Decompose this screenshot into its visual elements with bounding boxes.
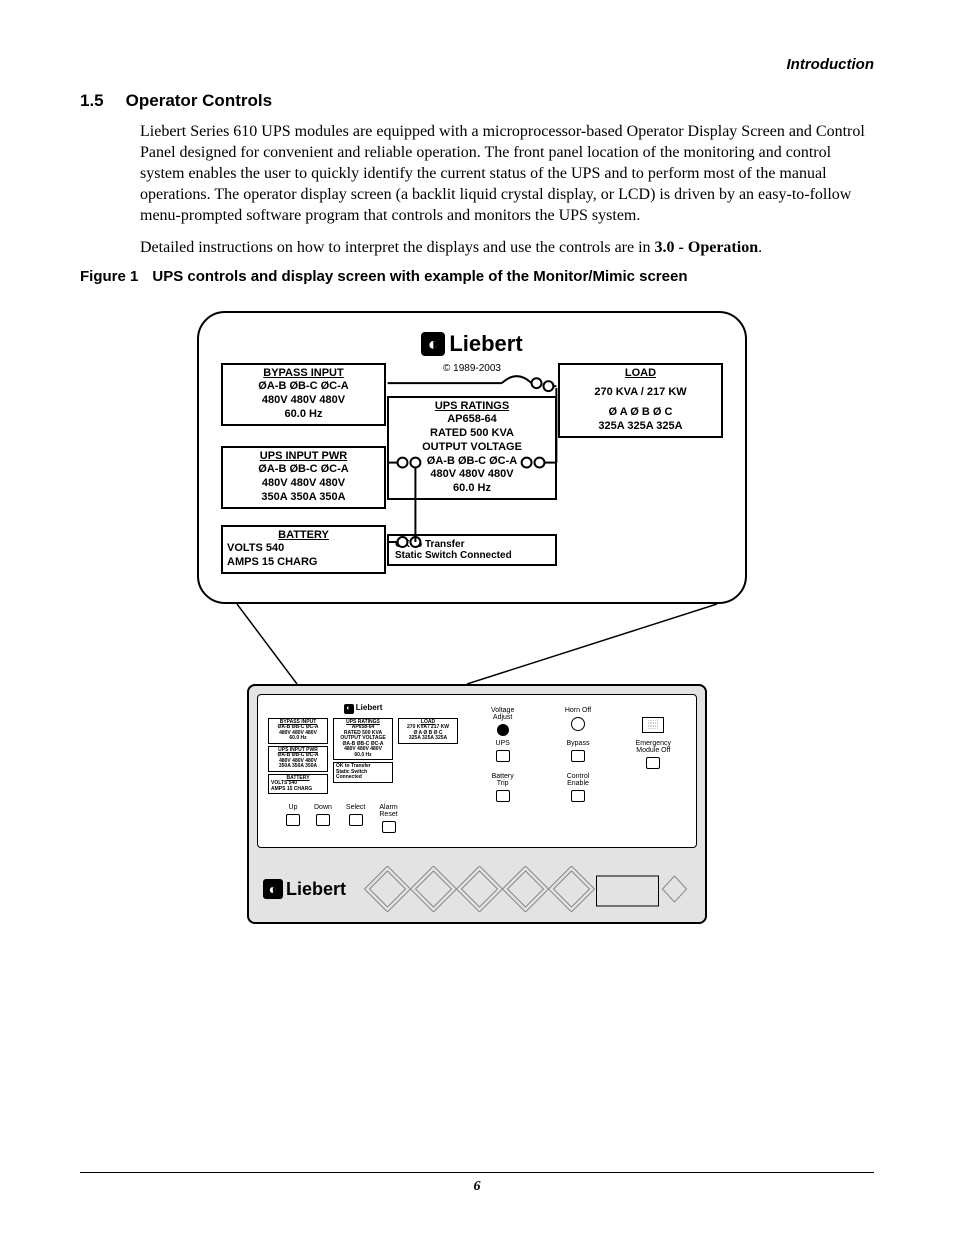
down-button[interactable] [316, 814, 330, 826]
battery-box: BATTERY VOLTS 540 AMPS 15 CHARG [221, 525, 386, 574]
horn-off-button[interactable] [571, 717, 585, 731]
middle-column: © 1989-2003 UPS RATINGS AP658-64 RATED 5… [387, 363, 557, 580]
up-label: Up [289, 804, 298, 811]
paragraph-1: Liebert Series 610 UPS modules are equip… [140, 121, 874, 227]
liebert-logo: ◐ Liebert [421, 331, 522, 357]
emerg-off-label: Emergency Module Off [636, 740, 671, 754]
paragraph-2: Detailed instructions on how to interpre… [140, 237, 874, 258]
section-heading: 1.5 Operator Controls [80, 91, 874, 111]
mimic-screen: ◐ Liebert BYPASS INPUT ØA-B ØB-C ØC-A 48… [197, 311, 747, 604]
right-column: LOAD 270 KVA / 217 KW Ø A Ø B Ø C 325A 3… [558, 363, 723, 580]
liebert-mark-icon: ◐ [421, 332, 445, 356]
ups-input-box: UPS INPUT PWR ØA-B ØB-C ØC-A 480V 480V 4… [221, 446, 386, 509]
load-box: LOAD 270 KVA / 217 KW Ø A Ø B Ø C 325A 3… [558, 363, 723, 438]
speaker-icon: ∷∷∷∷∷∷∷∷∷ [642, 717, 664, 733]
page-number: 6 [474, 1179, 481, 1194]
section-number: 1.5 [80, 91, 104, 111]
bypass-button[interactable] [571, 750, 585, 762]
down-label: Down [314, 804, 332, 811]
left-column: BYPASS INPUT ØA-B ØB-C ØC-A 480V 480V 48… [221, 363, 386, 580]
control-panel: ◐ Liebert BYPASS INPUTØA-B ØB-C ØC-A480V… [247, 684, 707, 925]
ups-ratings-box: UPS RATINGS AP658-64 RATED 500 KVA OUTPU… [387, 396, 557, 500]
control-enable-label: Control Enable [567, 773, 590, 787]
figure-caption: Figure 1UPS controls and display screen … [80, 268, 874, 285]
voltage-adjust-control[interactable] [497, 724, 509, 736]
status-box: OK to Transfer Static Switch Connected [387, 534, 557, 566]
running-header: Introduction [80, 56, 874, 73]
select-label: Select [346, 804, 365, 811]
liebert-mark-icon: ◐ [344, 704, 354, 714]
battery-trip-label: Battery Trip [492, 773, 514, 787]
bypass-input-box: BYPASS INPUT ØA-B ØB-C ØC-A 480V 480V 48… [221, 363, 386, 426]
up-button[interactable] [286, 814, 300, 826]
ups-label: UPS [495, 740, 509, 747]
ups-button[interactable] [496, 750, 510, 762]
vent-pattern [358, 866, 691, 912]
panel-inner: ◐ Liebert BYPASS INPUTØA-B ØB-C ØC-A480V… [257, 694, 697, 849]
copyright-text: © 1989-2003 [387, 363, 557, 374]
horn-off-label: Horn Off [565, 707, 591, 714]
voltage-adjust-label: Voltage Adjust [491, 707, 514, 721]
panel-liebert-logo: ◐ Liebert [263, 879, 346, 900]
page-footer: 6 [80, 1172, 874, 1195]
right-controls: Voltage Adjust Horn Off ∷∷∷∷∷∷∷∷∷ UPS By… [470, 703, 686, 834]
control-enable-button[interactable] [571, 790, 585, 802]
panel-footer: ◐ Liebert [257, 866, 697, 912]
projection-lines [197, 604, 757, 684]
section-title: Operator Controls [126, 91, 272, 111]
figure-1: ◐ Liebert BYPASS INPUT ØA-B ØB-C ØC-A 48… [197, 311, 757, 925]
select-button[interactable] [349, 814, 363, 826]
alarm-reset-button[interactable] [382, 821, 396, 833]
liebert-mark-icon: ◐ [263, 879, 283, 899]
mini-mimic-screen: ◐ Liebert BYPASS INPUTØA-B ØB-C ØC-A480V… [268, 703, 458, 797]
alarm-reset-label: Alarm Reset [379, 804, 397, 818]
battery-trip-button[interactable] [496, 790, 510, 802]
bypass-label: Bypass [567, 740, 590, 747]
emergency-off-button[interactable] [646, 757, 660, 769]
